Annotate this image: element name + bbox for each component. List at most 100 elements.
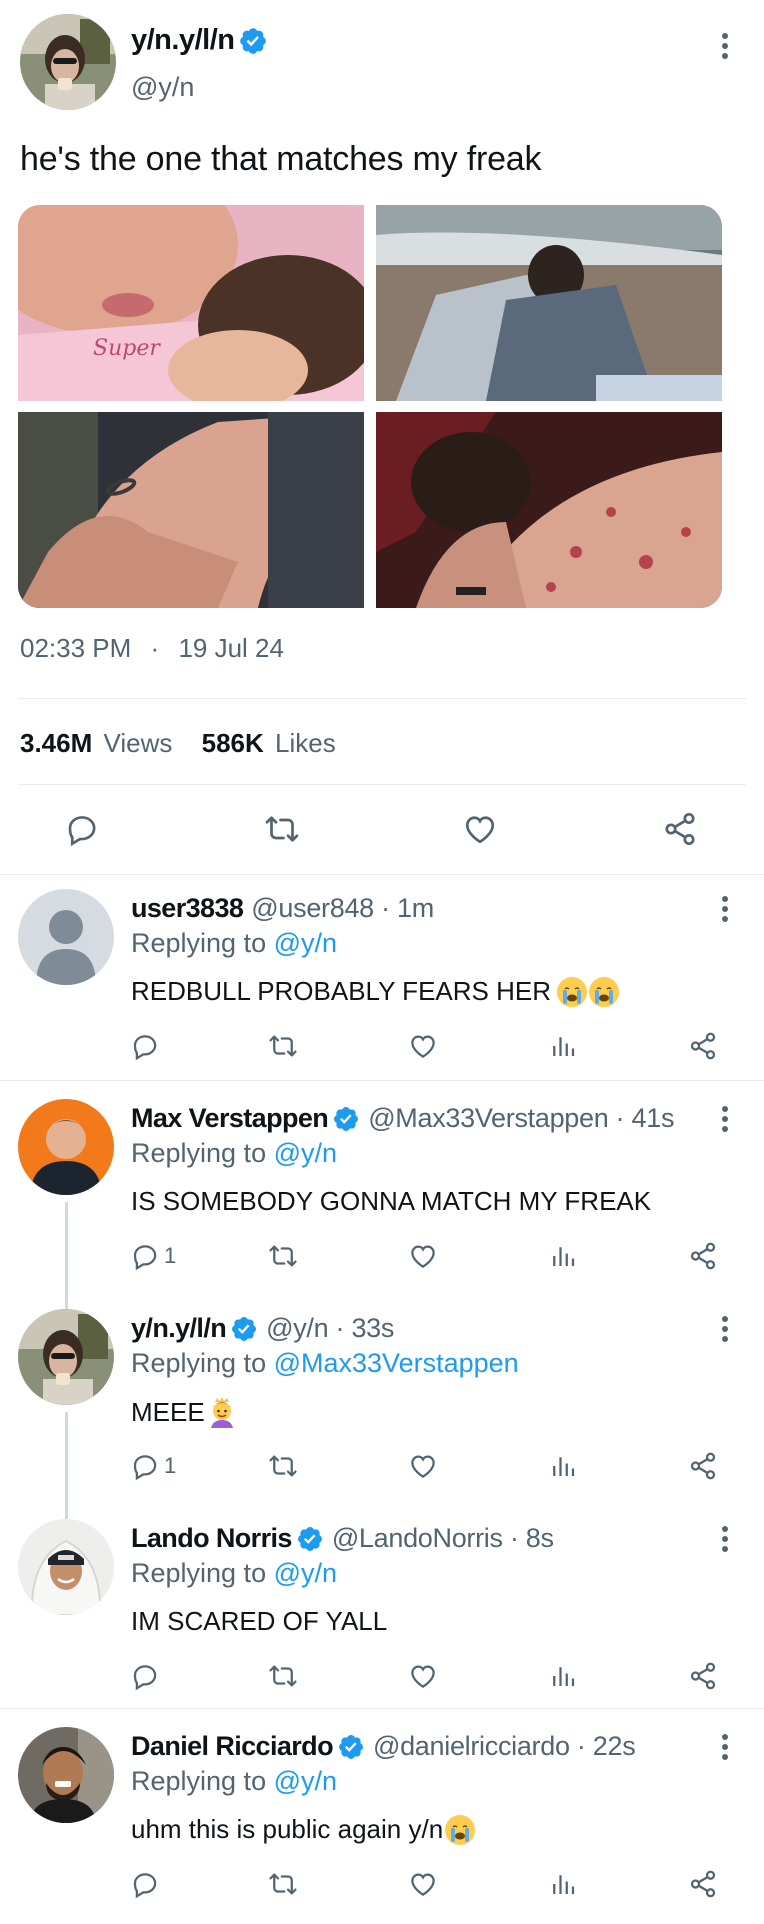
divider <box>0 874 764 875</box>
reply-handle[interactable]: @user848 · 1m <box>251 893 434 924</box>
reply-button[interactable]: 1 <box>130 1238 176 1274</box>
more-icon[interactable] <box>720 896 730 926</box>
share-button[interactable] <box>688 1866 718 1902</box>
reply-author-line[interactable]: Lando Norris @LandoNorris · 8s <box>131 1523 554 1554</box>
avatar[interactable] <box>20 14 116 110</box>
reply-text: IS SOMEBODY GONNA MATCH MY FREAK <box>131 1186 651 1217</box>
loudly-crying-face-emoji <box>589 976 619 1007</box>
replying-to-link[interactable]: @y/n <box>274 1138 337 1168</box>
replying-to-link[interactable]: @y/n <box>274 1766 337 1796</box>
share-icon <box>688 1451 718 1481</box>
reply-display-name[interactable]: Max Verstappen <box>131 1103 329 1134</box>
divider <box>0 1080 764 1081</box>
views-button[interactable] <box>548 1028 578 1064</box>
tweet-timestamp[interactable]: 02:33 PM · 19 Jul 24 <box>20 633 284 664</box>
reply-author-line[interactable]: user3838 @user848 · 1m <box>131 893 434 924</box>
replying-to-link[interactable]: @y/n <box>274 1558 337 1588</box>
retweet-button[interactable] <box>268 1866 298 1902</box>
avatar[interactable] <box>18 1099 114 1195</box>
tweet-text: he's the one that matches my freak <box>20 140 542 178</box>
likes-stat[interactable]: 586K Likes <box>202 728 336 758</box>
more-icon[interactable] <box>720 1526 730 1556</box>
reply-count: 1 <box>164 1243 177 1268</box>
retweet-button[interactable] <box>264 810 300 848</box>
reply-author-line[interactable]: y/n.y/l/n @y/n · 33s <box>131 1313 394 1344</box>
like-button[interactable] <box>408 1658 438 1694</box>
timestamp-separator: · <box>150 633 160 663</box>
retweet-button[interactable] <box>268 1238 298 1274</box>
share-button[interactable] <box>688 1658 718 1694</box>
reply-handle[interactable]: @danielricciardo · 22s <box>373 1731 636 1762</box>
reply-tweet[interactable]: Lando Norris @LandoNorris · 8s Replying … <box>0 1506 764 1716</box>
avatar[interactable] <box>18 1519 114 1615</box>
tweet-photo-3[interactable] <box>18 412 364 608</box>
replying-to-link[interactable]: @Max33Verstappen <box>274 1348 519 1378</box>
views-button[interactable] <box>548 1658 578 1694</box>
reply-tweet[interactable]: Max Verstappen @Max33Verstappen · 41s Re… <box>0 1086 764 1296</box>
like-button[interactable] <box>408 1028 438 1064</box>
retweet-button[interactable] <box>268 1658 298 1694</box>
divider <box>18 698 746 699</box>
avatar[interactable] <box>18 1727 114 1823</box>
author-handle[interactable]: @y/n <box>131 72 194 103</box>
reply-handle[interactable]: @y/n · 33s <box>266 1313 394 1344</box>
verified-badge-icon <box>230 1315 258 1343</box>
replying-to: Replying to @y/n <box>131 928 337 959</box>
reply-button[interactable]: 1 <box>130 1448 176 1484</box>
views-icon <box>548 1241 578 1271</box>
retweet-button[interactable] <box>268 1028 298 1064</box>
reply-display-name[interactable]: Daniel Ricciardo <box>131 1731 334 1762</box>
replying-to: Replying to @y/n <box>131 1766 337 1797</box>
retweet-button[interactable] <box>268 1448 298 1484</box>
like-button[interactable] <box>408 1866 438 1902</box>
reply-display-name[interactable]: Lando Norris <box>131 1523 292 1554</box>
reply-button[interactable] <box>130 1866 164 1902</box>
views-button[interactable] <box>548 1866 578 1902</box>
more-icon[interactable] <box>720 1316 730 1346</box>
reply-handle[interactable]: @LandoNorris · 8s <box>332 1523 554 1554</box>
share-button[interactable] <box>688 1448 718 1484</box>
views-button[interactable] <box>548 1448 578 1484</box>
more-icon[interactable] <box>720 33 730 63</box>
tweet-photo-2[interactable] <box>376 205 722 401</box>
more-icon[interactable] <box>720 1734 730 1764</box>
replying-to-link[interactable]: @y/n <box>274 928 337 958</box>
share-button[interactable] <box>688 1238 718 1274</box>
author-name-line[interactable]: y/n.y/l/n <box>131 24 268 57</box>
avatar[interactable] <box>18 1309 114 1405</box>
avatar[interactable] <box>18 889 114 985</box>
reply-display-name[interactable]: user3838 <box>131 893 244 924</box>
reply-tweet[interactable]: user3838 @user848 · 1m Replying to @y/n … <box>0 876 764 1086</box>
divider <box>18 784 746 785</box>
reply-author-line[interactable]: Daniel Ricciardo @danielricciardo · 22s <box>131 1731 636 1762</box>
views-stat[interactable]: 3.46M Views <box>20 728 180 758</box>
share-button[interactable] <box>662 810 698 848</box>
reply-tweet[interactable]: y/n.y/l/n @y/n · 33s Replying to @Max33V… <box>0 1296 764 1506</box>
reply-display-name[interactable]: y/n.y/l/n <box>131 1313 227 1344</box>
reply-count: 1 <box>164 1453 177 1478</box>
like-button[interactable] <box>408 1238 438 1274</box>
loudly-crying-face-emoji <box>557 976 587 1007</box>
author-display-name[interactable]: y/n.y/l/n <box>131 24 235 57</box>
like-button[interactable] <box>462 810 498 848</box>
reply-text-content: uhm this is public again y/n <box>131 1814 444 1844</box>
views-button[interactable] <box>548 1238 578 1274</box>
retweet-icon <box>268 1451 298 1481</box>
share-button[interactable] <box>688 1028 718 1064</box>
reply-author-line[interactable]: Max Verstappen @Max33Verstappen · 41s <box>131 1103 674 1134</box>
reply-button[interactable] <box>64 810 100 848</box>
like-icon <box>462 811 498 847</box>
reply-text: IM SCARED OF YALL <box>131 1606 387 1637</box>
like-button[interactable] <box>408 1448 438 1484</box>
princess-emoji <box>207 1396 237 1428</box>
replying-to: Replying to @y/n <box>131 1138 337 1169</box>
more-icon[interactable] <box>720 1106 730 1136</box>
reply-button[interactable] <box>130 1028 164 1064</box>
reply-actions <box>0 1866 764 1902</box>
reply-button[interactable] <box>130 1658 164 1694</box>
reply-tweet[interactable]: Daniel Ricciardo @danielricciardo · 22s … <box>0 1714 764 1924</box>
tweet-photo-4[interactable] <box>376 412 722 608</box>
tweet-photo-1[interactable]: Super <box>18 205 364 401</box>
reply-handle[interactable]: @Max33Verstappen · 41s <box>368 1103 674 1134</box>
views-label: Views <box>103 728 173 758</box>
